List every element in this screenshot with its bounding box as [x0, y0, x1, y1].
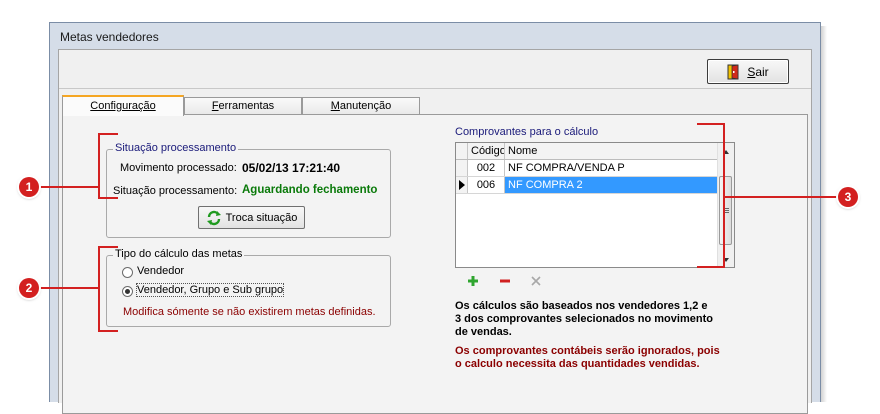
radio-vendedor[interactable] [122, 267, 133, 278]
table-row[interactable]: 002 NF COMPRA/VENDA P [456, 160, 719, 177]
tab-ferramentas[interactable]: Ferramentas [184, 97, 302, 115]
table-row-selected[interactable]: 006 NF COMPRA 2 [456, 177, 719, 194]
callout-2-bracket [98, 246, 118, 332]
info-contabeis: Os comprovantes contábeis serão ignorado… [455, 345, 720, 371]
callout-3-bracket [697, 123, 725, 268]
situacao-value: Aguardando fechamento [242, 184, 378, 196]
radio-vendedor-grupo-subgrupo[interactable] [122, 286, 133, 297]
info-vendedores: Os cálculos são baseados nos vendedores … [455, 300, 713, 339]
situacao-group: Situação processamento Movimento process… [106, 142, 391, 238]
row-indicator [456, 160, 468, 176]
callout-1-line [36, 186, 98, 188]
tab-configuracao[interactable]: Configuração [62, 95, 184, 116]
troca-situacao-label: Troca situação [225, 211, 298, 224]
troca-situacao-button[interactable]: Troca situação [198, 206, 305, 229]
grid-header-nome[interactable]: Nome [505, 143, 719, 159]
tipo-calculo-group-label: Tipo do cálculo das metas [113, 248, 245, 260]
title-bar[interactable]: Metas vendedores [50, 23, 820, 49]
toolbar: Sair [59, 50, 811, 89]
callout-3-line [725, 196, 837, 198]
exit-button[interactable]: Sair [707, 59, 789, 84]
tipo-calculo-note: Modifica sómente se não existirem metas … [123, 306, 376, 318]
clear-icon[interactable] [530, 275, 542, 287]
callout-1-badge: 1 [19, 177, 39, 197]
row-pointer-icon [456, 177, 468, 193]
callout-3-badge: 3 [838, 187, 858, 207]
window-shadow [821, 26, 827, 402]
add-icon[interactable] [467, 275, 479, 287]
info-line: 3 dos comprovantes selecionados no movim… [455, 313, 713, 325]
tipo-calculo-group: Tipo do cálculo das metas Vendedor Vende… [106, 248, 391, 327]
grid-header-codigo[interactable]: Código [468, 143, 505, 159]
info-line: o calculo necessita das quantidades vend… [455, 358, 700, 370]
callout-2-badge: 2 [19, 278, 39, 298]
info-line: Os cálculos são baseados nos vendedores … [455, 300, 708, 312]
exit-button-label: Sair [747, 64, 769, 79]
tab-manutencao-label: Manutenção [330, 100, 392, 112]
row-nome: NF COMPRA 2 [505, 177, 719, 193]
callout-1-bracket [98, 133, 118, 199]
situacao-label: Situação processamento: [113, 185, 238, 197]
tab-manutencao[interactable]: Manutenção [302, 97, 420, 115]
info-line: de vendas. [455, 326, 512, 338]
situacao-group-label: Situação processamento [113, 142, 239, 154]
refresh-icon [206, 210, 221, 225]
row-codigo: 002 [468, 160, 505, 176]
movimento-value: 05/02/13 17:21:40 [242, 161, 341, 175]
movimento-label: Movimento processado: [120, 162, 237, 174]
tab-configuracao-label: Configuração [90, 100, 156, 112]
tab-ferramentas-label: Ferramentas [211, 100, 275, 112]
callout-2-line [36, 287, 98, 289]
row-nome: NF COMPRA/VENDA P [508, 162, 625, 174]
remove-icon[interactable] [499, 275, 511, 287]
radio-vendedor-grupo-subgrupo-label[interactable]: Vendedor, Grupo e Sub grupo [135, 283, 285, 297]
row-codigo: 006 [468, 177, 505, 193]
comprovantes-label: Comprovantes para o cálculo [455, 126, 599, 138]
radio-vendedor-label[interactable]: Vendedor [137, 265, 184, 277]
info-line: Os comprovantes contábeis serão ignorado… [455, 345, 720, 357]
tab-strip: Configuração Ferramentas Manutenção [59, 95, 811, 116]
door-exit-icon [727, 64, 739, 79]
grid-header: Código Nome [456, 143, 719, 160]
comprovantes-grid[interactable]: Código Nome 002 NF COMPRA/VENDA P 006 NF… [455, 142, 735, 268]
grid-corner [456, 143, 468, 159]
window-title: Metas vendedores [60, 30, 159, 44]
